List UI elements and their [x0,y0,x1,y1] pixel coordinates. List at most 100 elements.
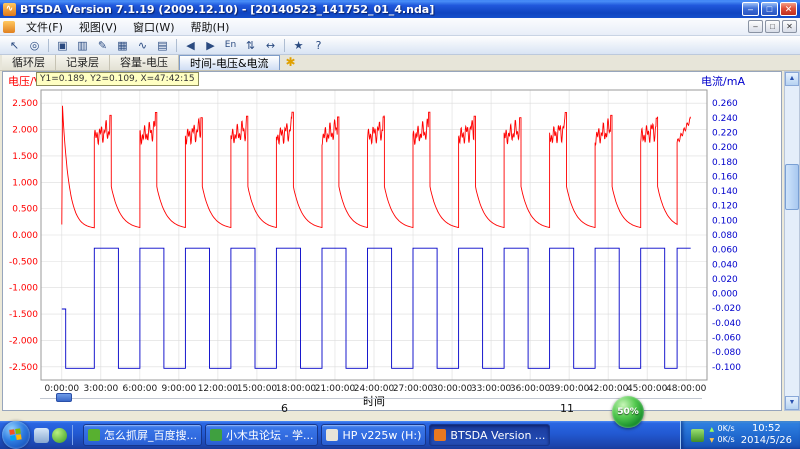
tab-3[interactable]: 容量-电压 [110,55,179,70]
bar-view-button[interactable]: ▤ [153,37,172,54]
right-tick-label: 0.060 [712,246,738,256]
tab-2[interactable]: 记录层 [56,55,110,70]
menu-bar: 文件(F) 视图(V) 窗口(W) 帮助(H) – □ ✕ [0,18,800,36]
chart-plot[interactable]: 0:00:00 3:00:00 6:00:00 9:00:00 12:00:0015:0… [3,72,781,410]
menu-item-4[interactable]: 帮助(H) [183,18,238,36]
show-desktop-icon[interactable] [34,427,49,443]
clock-time: 10:52 [751,423,781,434]
zoom-tool-button[interactable]: ◎ [25,37,44,54]
task-label: 怎么抓屏_百度搜... [104,429,197,442]
data-grid-view-button[interactable]: ▦ [113,37,132,54]
right-axis-title: 电流/mA [701,75,745,88]
x-tick-label: 39:00:00 [549,384,590,394]
horizontal-scroll-track[interactable] [40,398,702,399]
upload-arrow-icon: ▲ [709,426,715,433]
sort-toggle-button[interactable]: ⇅ [241,37,260,54]
right-tick-label: 0.240 [712,114,738,124]
task-icon [88,429,100,441]
chart-panel: 电压/V Y1=0.189, Y2=0.109, X=47:42:15 电流/m… [2,71,782,411]
titlebar[interactable]: ∿ BTSDA Version 7.1.19 (2009.12.10) - [2… [0,0,800,18]
taskbar-task-3[interactable]: HP v225w (H:) [321,424,427,446]
scroll-up-icon[interactable]: ▲ [785,72,799,86]
upload-speed: 0K/s [717,424,735,433]
horizontal-scroll-thumb[interactable] [56,393,72,402]
x-tick-label: 33:00:00 [471,384,512,394]
close-button[interactable]: ✕ [780,2,797,16]
taskbar-clock[interactable]: 10:52 2014/5/26 [741,423,792,447]
menu-item-3[interactable]: 窗口(W) [125,18,182,36]
left-tick-label: 1.500 [12,152,38,162]
document-icon [3,20,15,33]
vertical-scroll-thumb[interactable] [785,164,799,210]
app-icon: ∿ [3,2,16,16]
screen: ∿ BTSDA Version 7.1.19 (2009.12.10) - [2… [0,0,800,449]
x-tick-label: 27:00:00 [393,384,434,394]
right-tick-label: -0.040 [712,319,741,329]
start-button[interactable] [2,421,30,449]
x-tick-label: 18:00:00 [276,384,317,394]
task-buttons: 怎么抓屏_百度搜... 小木虫论坛 - 学... HP v225w (H:) BTSD… [83,424,676,446]
settings-tool-button[interactable]: ▣ [53,37,72,54]
x-tick-label: 15:00:00 [237,384,278,394]
right-tick-label: -0.080 [712,348,741,358]
x-tick-label: 21:00:00 [315,384,356,394]
left-tick-label: -0.500 [9,257,38,267]
taskbar-task-2[interactable]: 小木虫论坛 - 学... [205,424,319,446]
menu-item-2[interactable]: 视图(V) [71,18,125,36]
menu-items: 文件(F) 视图(V) 窗口(W) 帮助(H) [18,18,237,36]
child-restore-button[interactable]: □ [765,20,780,33]
scroll-down-icon[interactable]: ▼ [785,396,799,410]
speed-ball[interactable]: 50% [612,396,644,428]
task-label: 小木虫论坛 - 学... [226,429,314,442]
curve-view-button[interactable]: ∿ [133,37,152,54]
left-tick-label: -2.500 [9,363,38,373]
speed-ball-percent: 50% [617,407,639,417]
child-close-button[interactable]: ✕ [782,20,797,33]
quick-launch-browser-icon[interactable] [52,427,67,443]
toolbar-separator [176,38,177,52]
right-tick-label: 0.120 [712,202,738,212]
right-tick-label: 0.000 [712,290,738,300]
marker-tool-button[interactable]: ★ [289,37,308,54]
favorite-star-icon[interactable]: ✱ [280,55,302,70]
antivirus-tray-icon[interactable] [690,428,704,442]
cursor-tool-button[interactable]: ↖ [5,37,24,54]
maximize-button[interactable]: □ [761,2,778,16]
x-axis-title: 时间 [363,395,385,408]
minimize-button[interactable]: – [742,2,759,16]
tab-1[interactable]: 循环层 [2,55,56,70]
task-label: BTSDA Version ... [450,428,546,442]
language-english-button[interactable]: En [221,37,240,54]
x-tick-label: 48:00:00 [666,384,707,394]
task-icon [326,429,339,441]
vertical-scrollbar[interactable]: ▲ ▼ [784,71,800,411]
prev-record-button[interactable]: ◀ [181,37,200,54]
task-icon [434,429,447,441]
annotate-tool-button[interactable]: ✎ [93,37,112,54]
right-tick-label: -0.020 [712,304,741,314]
pan-tool-button[interactable]: ↔ [261,37,280,54]
tab-4[interactable]: 时间-电压&电流 [178,55,280,70]
network-speed-indicator: ▲ 0K/s ▼ 0K/s [710,424,735,446]
right-tick-label: -0.100 [712,363,741,373]
window-controls: – □ ✕ [742,2,797,16]
task-label: HP v225w (H:) [342,428,422,442]
next-record-button[interactable]: ▶ [201,37,220,54]
status-bar [0,411,800,421]
left-tick-label: 2.000 [12,126,38,136]
system-tray: ▲ 0K/s ▼ 0K/s 10:52 2014/5/26 [679,421,800,449]
toolbar-separator [284,38,285,52]
right-tick-label: 0.020 [712,275,738,285]
right-tick-label: 0.260 [712,99,738,109]
taskbar-task-1[interactable]: 怎么抓屏_百度搜... [83,424,202,446]
x-tick-label: 42:00:00 [588,384,629,394]
current-series [61,247,691,369]
child-minimize-button[interactable]: – [748,20,763,33]
taskbar-task-4[interactable]: BTSDA Version ... [429,424,551,446]
report-view-button[interactable]: ▥ [73,37,92,54]
help-tool-button[interactable]: ? [309,37,328,54]
toolbar: ↖ ◎ ▣ ▥ ✎ ▦ ∿ ▤ ◀ ▶ En ⇅ ↔ ★? [0,36,800,55]
page-number-right: 11 [560,402,574,415]
menu-item-1[interactable]: 文件(F) [18,18,71,36]
clock-date: 2014/5/26 [740,435,792,446]
